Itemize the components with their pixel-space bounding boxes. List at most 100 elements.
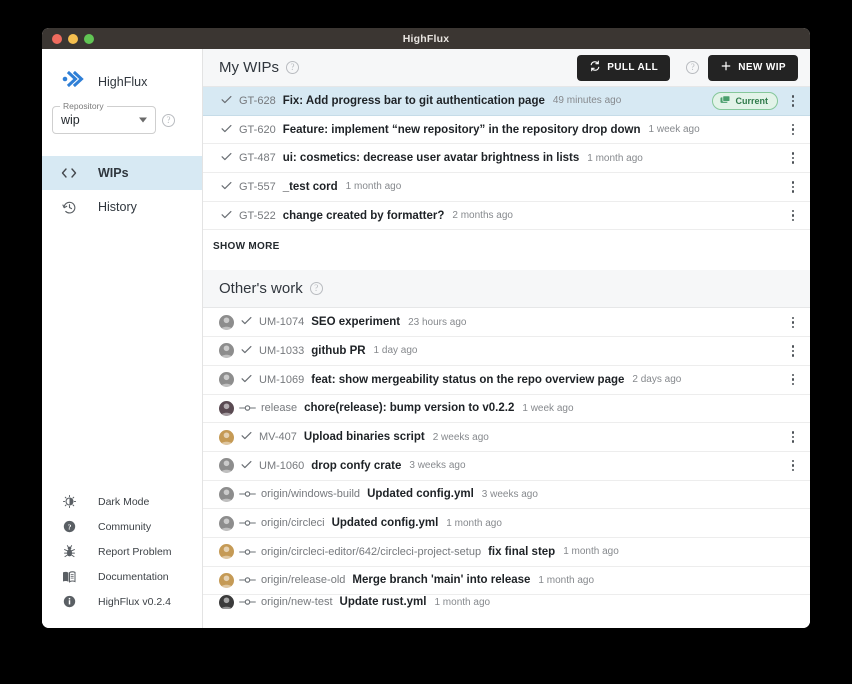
sidebar-item-report-problem[interactable]: Report Problem bbox=[42, 539, 202, 564]
row-id: UM-1074 bbox=[259, 316, 304, 328]
row-menu-button[interactable] bbox=[786, 210, 800, 222]
chevron-down-icon bbox=[139, 118, 147, 123]
sidebar-item-community[interactable]: ? Community bbox=[42, 514, 202, 539]
book-icon bbox=[60, 571, 78, 583]
pull-all-button[interactable]: PULL ALL bbox=[577, 55, 670, 81]
row-id: origin/windows-build bbox=[261, 488, 360, 500]
table-row[interactable]: GT-628Fix: Add progress bar to git authe… bbox=[203, 87, 810, 116]
commit-icon bbox=[239, 574, 256, 586]
row-title: Upload binaries script bbox=[304, 431, 425, 443]
row-title: Updated config.yml bbox=[367, 488, 474, 500]
dark-mode-icon bbox=[60, 495, 78, 508]
my-wips-actions: PULL ALL ? NEW WIP bbox=[577, 55, 798, 81]
row-menu-button[interactable] bbox=[786, 95, 800, 107]
row-menu-button[interactable] bbox=[786, 374, 800, 386]
new-wip-button[interactable]: NEW WIP bbox=[708, 55, 798, 81]
row-time: 49 minutes ago bbox=[553, 95, 621, 106]
refresh-icon bbox=[589, 60, 601, 75]
row-menu-button[interactable] bbox=[786, 460, 800, 472]
svg-text:?: ? bbox=[67, 522, 71, 531]
table-row[interactable]: UM-1069feat: show mergeability status on… bbox=[203, 366, 810, 395]
row-menu-button[interactable] bbox=[786, 317, 800, 329]
sidebar-item-history-label: History bbox=[98, 200, 137, 214]
avatar bbox=[219, 315, 234, 330]
table-row[interactable]: GT-557_test cord1 month ago bbox=[203, 173, 810, 202]
repository-value: wip bbox=[61, 113, 80, 127]
repository-row: Repository wip ? bbox=[42, 92, 202, 134]
table-row[interactable]: origin/new-testUpdate rust.yml1 month ag… bbox=[203, 595, 810, 609]
row-menu-button[interactable] bbox=[786, 431, 800, 443]
row-menu-button[interactable] bbox=[786, 345, 800, 357]
row-id: origin/circleci bbox=[261, 517, 325, 529]
avatar bbox=[219, 595, 234, 609]
row-title: ui: cosmetics: decrease user avatar brig… bbox=[283, 152, 580, 164]
repository-help-icon[interactable]: ? bbox=[162, 114, 175, 127]
row-title: Fix: Add progress bar to git authenticat… bbox=[283, 95, 545, 107]
row-menu-button[interactable] bbox=[786, 181, 800, 193]
check-icon bbox=[219, 208, 234, 224]
avatar bbox=[219, 372, 234, 387]
sidebar-item-dark-mode[interactable]: Dark Mode bbox=[42, 489, 202, 514]
status-badge-label: Current bbox=[735, 96, 768, 106]
table-row[interactable]: releasechore(release): bump version to v… bbox=[203, 395, 810, 424]
table-row[interactable]: origin/windows-build Updated config.yml 3 … bbox=[203, 481, 810, 510]
table-row[interactable]: GT-487ui: cosmetics: decrease user avata… bbox=[203, 144, 810, 173]
row-title: SEO experiment bbox=[311, 316, 400, 328]
sidebar-item-history[interactable]: History bbox=[42, 190, 202, 224]
my-wips-header: My WIPs ? PULL ALL ? bbox=[203, 49, 810, 87]
check-icon bbox=[219, 122, 234, 138]
others-work-help-icon[interactable]: ? bbox=[310, 282, 323, 295]
row-time: 1 week ago bbox=[522, 403, 573, 414]
avatar bbox=[219, 343, 234, 358]
table-row[interactable]: origin/circleciUpdated config.yml1 month… bbox=[203, 509, 810, 538]
brand-name: HighFlux bbox=[98, 75, 147, 89]
row-title: fix final step bbox=[488, 546, 555, 558]
title-bar: HighFlux bbox=[42, 28, 810, 49]
row-title: Feature: implement “new repository” in t… bbox=[283, 124, 641, 136]
pull-all-help-icon[interactable]: ? bbox=[686, 61, 699, 74]
row-time: 1 month ago bbox=[587, 153, 643, 164]
table-row[interactable]: UM-1033github PR1 day ago bbox=[203, 337, 810, 366]
check-icon bbox=[239, 458, 254, 474]
sidebar-item-report-problem-label: Report Problem bbox=[98, 546, 172, 558]
table-row[interactable]: UM-1074SEO experiment23 hours ago bbox=[203, 308, 810, 337]
row-menu-button[interactable] bbox=[786, 124, 800, 136]
avatar bbox=[219, 430, 234, 445]
repository-select[interactable]: Repository wip bbox=[52, 106, 156, 134]
sidebar-item-wips-label: WIPs bbox=[98, 166, 129, 180]
my-wips-help-icon[interactable]: ? bbox=[286, 61, 299, 74]
row-time: 3 weeks ago bbox=[482, 489, 538, 500]
info-circle-icon bbox=[60, 595, 78, 608]
table-row[interactable]: UM-1060drop confy crate3 weeks ago bbox=[203, 452, 810, 481]
row-id: UM-1033 bbox=[259, 345, 304, 357]
stack-icon bbox=[720, 95, 731, 107]
app-window: HighFlux HighFlux Repository wip bbox=[42, 28, 810, 628]
row-title: Update rust.yml bbox=[340, 596, 427, 608]
row-id: release bbox=[261, 402, 297, 414]
row-id: origin/circleci-editor/642/circleci-proj… bbox=[261, 546, 481, 558]
avatar bbox=[219, 458, 234, 473]
check-icon bbox=[219, 150, 234, 166]
show-more-button[interactable]: SHOW MORE bbox=[203, 230, 810, 262]
row-menu-button[interactable] bbox=[786, 152, 800, 164]
row-id: MV-407 bbox=[259, 431, 297, 443]
status-badge[interactable]: Current bbox=[712, 92, 778, 110]
sidebar-item-wips[interactable]: WIPs bbox=[42, 156, 202, 190]
my-wips-title: My WIPs bbox=[219, 59, 279, 76]
table-row[interactable]: origin/circleci-editor/642/circleci-proj… bbox=[203, 538, 810, 567]
row-title: change created by formatter? bbox=[283, 210, 445, 222]
avatar bbox=[219, 401, 234, 416]
row-id: origin/release-old bbox=[261, 574, 345, 586]
sidebar-item-documentation[interactable]: Documentation bbox=[42, 564, 202, 589]
pull-all-label: PULL ALL bbox=[607, 62, 658, 73]
table-row[interactable]: MV-407Upload binaries script2 weeks ago bbox=[203, 423, 810, 452]
avatar bbox=[219, 573, 234, 588]
sidebar-nav: WIPs History bbox=[42, 156, 202, 224]
new-wip-label: NEW WIP bbox=[738, 62, 786, 73]
plus-icon bbox=[720, 60, 732, 75]
table-row[interactable]: GT-620Feature: implement “new repository… bbox=[203, 116, 810, 145]
question-circle-icon: ? bbox=[60, 520, 78, 533]
commit-icon bbox=[239, 546, 256, 558]
table-row[interactable]: origin/release-oldMerge branch 'main' in… bbox=[203, 567, 810, 596]
table-row[interactable]: GT-522change created by formatter?2 mont… bbox=[203, 202, 810, 231]
